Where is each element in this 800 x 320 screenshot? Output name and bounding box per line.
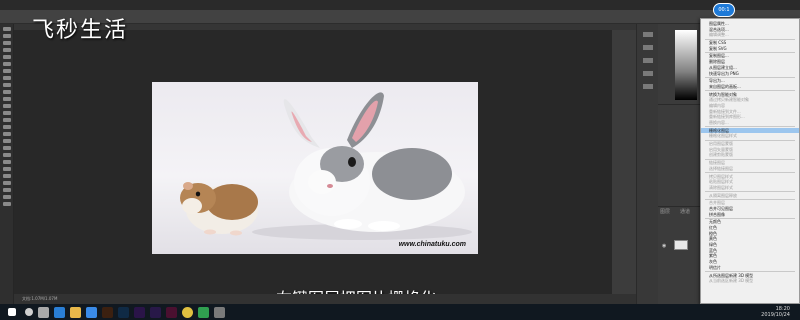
tool-icon[interactable] <box>2 104 11 108</box>
aftereffects-icon[interactable] <box>150 306 161 318</box>
photoshop-icon[interactable] <box>118 306 129 318</box>
tool-icon[interactable] <box>2 55 11 59</box>
tool-icon[interactable] <box>2 174 11 178</box>
tool-icon[interactable] <box>2 62 11 66</box>
context-menu-item[interactable]: 拼合图像 <box>701 212 799 218</box>
panel-divider <box>658 206 700 207</box>
eye-icon[interactable]: ◉ <box>662 243 666 249</box>
tool-icon[interactable] <box>2 83 11 87</box>
tab-channels[interactable]: 通道 <box>680 208 690 215</box>
brush-panel-icon[interactable] <box>642 58 653 63</box>
tool-icon[interactable] <box>2 139 11 143</box>
app-icon[interactable] <box>214 306 225 318</box>
context-menu-item[interactable]: 复制 SVG <box>701 46 799 52</box>
context-menu-item: 编辑调整... <box>709 32 729 38</box>
indesign-icon[interactable] <box>166 306 177 318</box>
context-menu-item: 选择链接图层 <box>709 165 733 171</box>
tool-icon[interactable] <box>2 111 11 115</box>
windows-taskbar: 18:20 2019/10/24 <box>0 304 800 320</box>
premiere-icon[interactable] <box>134 306 145 318</box>
tool-icon[interactable] <box>2 90 11 94</box>
tool-icon[interactable] <box>2 118 11 122</box>
context-menu-item: 创建剪贴蒙版 <box>709 152 733 158</box>
recorder-badge[interactable]: 00:1 <box>713 3 735 17</box>
chrome-icon[interactable] <box>182 306 193 318</box>
explorer-icon[interactable] <box>70 306 81 318</box>
properties-panel-icon[interactable] <box>642 45 653 50</box>
context-menu-item: 栅格化图层样式 <box>709 133 737 139</box>
history-panel-icon[interactable] <box>642 32 653 37</box>
tool-icon[interactable] <box>2 69 11 73</box>
color-picker[interactable] <box>675 30 697 100</box>
context-menu-item: 替换内容... <box>709 120 729 125</box>
context-menu-item: 清除图层样式 <box>709 184 733 190</box>
tool-icon[interactable] <box>2 76 11 80</box>
ai-icon[interactable] <box>102 306 113 318</box>
context-menu-item: 从隔离图层释放 <box>709 192 737 198</box>
context-menu-item[interactable]: 来自图层的画板... <box>701 84 799 90</box>
context-menu-item: 从当前选区新建 3D 模型 <box>709 278 754 284</box>
tool-icon[interactable] <box>2 146 11 150</box>
app-icon[interactable] <box>198 306 209 318</box>
status-bar: 文档:1.07M/1.07M <box>14 294 636 304</box>
canvas-image: www.chinatuku.com <box>152 82 478 254</box>
start-icon[interactable] <box>8 308 16 316</box>
collapsed-panels <box>636 24 658 304</box>
edge-icon[interactable] <box>54 306 65 318</box>
clock[interactable]: 18:20 2019/10/24 <box>761 306 790 318</box>
taskview-icon[interactable] <box>38 306 49 318</box>
tools-panel <box>0 24 14 304</box>
tool-icon[interactable] <box>2 41 11 45</box>
tool-icon[interactable] <box>2 27 11 31</box>
watermark-logo: 飞秒生活 <box>32 18 129 43</box>
paragraph-panel-icon[interactable] <box>642 84 653 89</box>
tool-icon[interactable] <box>2 202 11 206</box>
menu-bar <box>0 0 800 10</box>
tab-layers[interactable]: 图层 <box>660 208 670 215</box>
tool-icon[interactable] <box>2 160 11 164</box>
tool-icon[interactable] <box>2 181 11 185</box>
tool-icon[interactable] <box>2 34 11 38</box>
tool-icon[interactable] <box>2 132 11 136</box>
tool-icon[interactable] <box>2 125 11 129</box>
search-icon[interactable] <box>25 308 33 316</box>
layer-context-menu: 图层属性... 混合选项... 编辑调整... 复制 CSS 复制 SVG 复制图层...… <box>700 18 800 304</box>
tool-icon[interactable] <box>2 188 11 192</box>
tool-icon[interactable] <box>2 153 11 157</box>
tool-icon[interactable] <box>2 195 11 199</box>
layer-thumbnail[interactable] <box>674 240 688 250</box>
panel-divider <box>658 104 700 105</box>
clock-date: 2019/10/24 <box>761 312 790 318</box>
character-panel-icon[interactable] <box>642 71 653 76</box>
rabbit-hamster-photo <box>180 92 472 240</box>
context-menu-item[interactable]: 明信片 <box>701 265 799 271</box>
tool-icon[interactable] <box>2 48 11 52</box>
tool-icon[interactable] <box>2 97 11 101</box>
context-menu-item[interactable]: 快速导出为 PNG <box>701 71 799 77</box>
tool-icon[interactable] <box>2 167 11 171</box>
store-icon[interactable] <box>86 306 97 318</box>
photo-url-watermark: www.chinatuku.com <box>398 241 466 248</box>
